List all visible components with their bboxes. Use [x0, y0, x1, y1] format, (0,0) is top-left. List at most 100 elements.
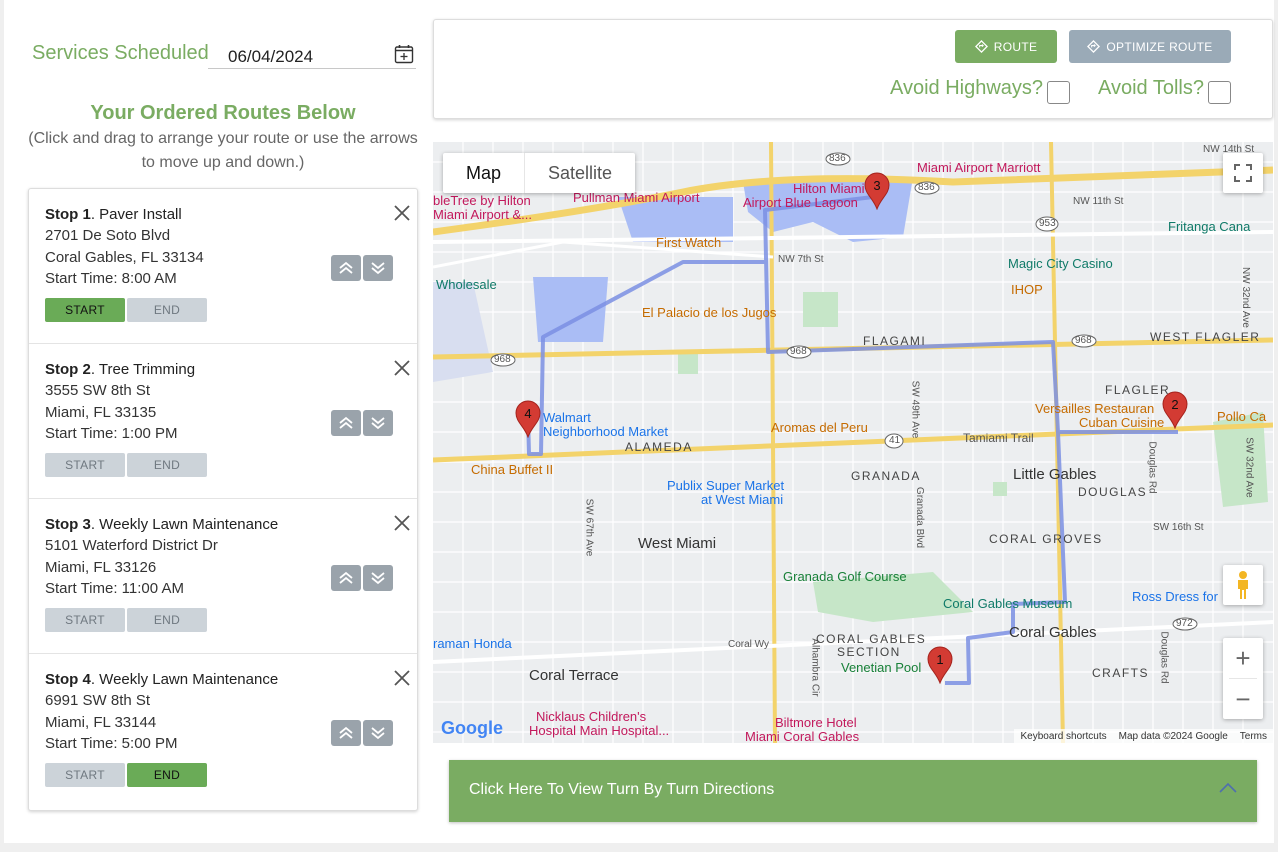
move-down-button[interactable] — [363, 255, 393, 281]
avoid-highways-checkbox[interactable] — [1047, 81, 1070, 104]
google-logo: Google — [441, 718, 503, 739]
stop-title: Stop 3. Weekly Lawn Maintenance — [45, 516, 279, 533]
stop-card[interactable]: Stop 1. Paver Install 2701 De Soto Blvd … — [29, 189, 417, 344]
poi-label[interactable]: Hospital Main Hospital... — [529, 723, 669, 738]
poi-label[interactable]: Miami Coral Gables — [745, 729, 859, 743]
route-button-label: ROUTE — [993, 39, 1038, 54]
poi-label[interactable]: Miami Airport &... — [433, 207, 532, 222]
poi-label[interactable]: Neighborhood Market — [543, 424, 668, 439]
map-pin-3[interactable]: 3 — [863, 172, 891, 211]
poi-label[interactable]: Biltmore Hotel — [775, 715, 857, 730]
remove-stop-icon[interactable] — [393, 514, 411, 532]
date-input[interactable]: 06/04/2024 — [208, 44, 416, 69]
poi-label[interactable]: Walmart — [543, 410, 591, 425]
map-pin-4[interactable]: 4 — [514, 400, 542, 439]
poi-label[interactable]: Wholesale — [436, 277, 497, 292]
move-down-button[interactable] — [363, 410, 393, 436]
move-up-button[interactable] — [331, 720, 361, 746]
poi-label[interactable]: Venetian Pool — [841, 660, 921, 675]
move-up-button[interactable] — [331, 410, 361, 436]
poi-label[interactable]: El Palacio de los Jugos — [642, 305, 776, 320]
street-view-button[interactable] — [1223, 565, 1263, 605]
map-type-map-button[interactable]: Map — [443, 153, 524, 193]
turn-by-turn-directions-bar[interactable]: Click Here To View Turn By Turn Directio… — [449, 760, 1257, 822]
remove-stop-icon[interactable] — [393, 204, 411, 222]
road-shield-972: 972 — [1176, 618, 1193, 629]
map-type-toggle: Map Satellite — [443, 153, 636, 193]
start-button[interactable]: START — [45, 453, 125, 477]
date-value[interactable]: 06/04/2024 — [228, 47, 313, 67]
road-shield-836: 836 — [918, 182, 935, 193]
stop-card[interactable]: Stop 3. Weekly Lawn Maintenance 5101 Wat… — [29, 499, 417, 654]
poi-label[interactable]: bleTree by Hilton — [433, 193, 531, 208]
pegman-icon — [1238, 571, 1248, 599]
remove-stop-icon[interactable] — [393, 669, 411, 687]
stop-card[interactable]: Stop 4. Weekly Lawn Maintenance 6991 SW … — [29, 654, 417, 809]
map-pin-2[interactable]: 2 — [1161, 391, 1189, 430]
poi-label[interactable]: IHOP — [1011, 282, 1043, 297]
zoom-out-button[interactable]: − — [1223, 679, 1263, 719]
poi-label[interactable]: Aromas del Peru — [771, 420, 868, 435]
end-button[interactable]: END — [127, 298, 207, 322]
google-logo-text: Google — [441, 718, 503, 738]
directions-label: Click Here To View Turn By Turn Directio… — [469, 781, 775, 798]
poi-label[interactable]: Versailles Restauran — [1035, 401, 1154, 416]
neighborhood-label: GRANADA — [851, 469, 921, 483]
poi-label[interactable]: at West Miami — [701, 492, 783, 507]
terms-link[interactable]: Terms — [1240, 731, 1267, 742]
route-button[interactable]: ROUTE — [955, 30, 1057, 63]
move-down-button[interactable] — [363, 565, 393, 591]
double-chevron-up-icon — [339, 261, 353, 274]
stop-street: 5101 Waterford District Dr — [45, 537, 218, 554]
stop-start-time: Start Time: 1:00 PM — [45, 425, 178, 442]
start-button[interactable]: START — [45, 763, 125, 787]
city-label: Little Gables — [1013, 466, 1097, 483]
optimize-route-button[interactable]: OPTIMIZE ROUTE — [1069, 30, 1231, 63]
move-up-button[interactable] — [331, 255, 361, 281]
street-label: SW 49th Ave — [909, 380, 921, 439]
poi-label[interactable]: Cuban Cuisine — [1079, 415, 1164, 430]
route-map[interactable]: 836 836 953 968 968 968 41 972 NW 14th S… — [433, 142, 1273, 743]
poi-label[interactable]: Publix Super Market — [667, 478, 784, 493]
poi-label[interactable]: Fritanga Cana — [1168, 219, 1250, 234]
poi-label[interactable]: China Buffet II — [471, 462, 553, 477]
street-label: Douglas Rd — [1146, 441, 1158, 494]
poi-label[interactable]: Ross Dress for — [1132, 589, 1218, 604]
stop-card[interactable]: Stop 2. Tree Trimming 3555 SW 8th St Mia… — [29, 344, 417, 499]
end-button[interactable]: END — [127, 453, 207, 477]
neighborhood-label: DOUGLAS — [1078, 485, 1148, 499]
poi-label[interactable]: Granada Golf Course — [783, 569, 907, 584]
start-button[interactable]: START — [45, 608, 125, 632]
end-button[interactable]: END — [127, 608, 207, 632]
poi-label[interactable]: Airport Blue Lagoon — [743, 195, 858, 210]
poi-label[interactable]: Nicklaus Children's — [536, 709, 646, 724]
double-chevron-down-icon — [371, 572, 385, 585]
map-type-satellite-button[interactable]: Satellite — [524, 153, 635, 193]
neighborhood-label: CORAL GABLES — [816, 632, 927, 646]
calendar-add-icon[interactable] — [394, 44, 414, 64]
start-button[interactable]: START — [45, 298, 125, 322]
poi-label[interactable]: Miami Airport Marriott — [917, 160, 1041, 175]
move-up-button[interactable] — [331, 565, 361, 591]
map-pin-1[interactable]: 1 — [926, 646, 954, 685]
route-options-panel: ROUTE OPTIMIZE ROUTE Avoid Highways? Avo… — [433, 19, 1273, 119]
stop-title: Stop 4. Weekly Lawn Maintenance — [45, 671, 279, 688]
poi-label[interactable]: First Watch — [656, 235, 721, 250]
stop-start-time: Start Time: 8:00 AM — [45, 270, 177, 287]
move-down-button[interactable] — [363, 720, 393, 746]
stop-street: 6991 SW 8th St — [45, 692, 151, 709]
end-button[interactable]: END — [127, 763, 207, 787]
zoom-in-button[interactable]: + — [1223, 638, 1263, 678]
poi-label[interactable]: Hilton Miami — [793, 181, 865, 196]
fullscreen-button[interactable] — [1223, 153, 1263, 193]
street-label: Coral Wy — [728, 639, 770, 650]
avoid-tolls-checkbox[interactable] — [1208, 81, 1231, 104]
poi-label[interactable]: Pollo Ca — [1217, 409, 1266, 424]
poi-label[interactable]: Magic City Casino — [1008, 256, 1113, 271]
stop-title: Stop 2. Tree Trimming — [45, 361, 196, 378]
poi-label[interactable]: raman Honda — [433, 636, 512, 651]
stop-start-time: Start Time: 11:00 AM — [45, 580, 184, 597]
remove-stop-icon[interactable] — [393, 359, 411, 377]
poi-label[interactable]: Coral Gables Museum — [943, 596, 1072, 611]
keyboard-shortcuts-link[interactable]: Keyboard shortcuts — [1020, 731, 1106, 742]
